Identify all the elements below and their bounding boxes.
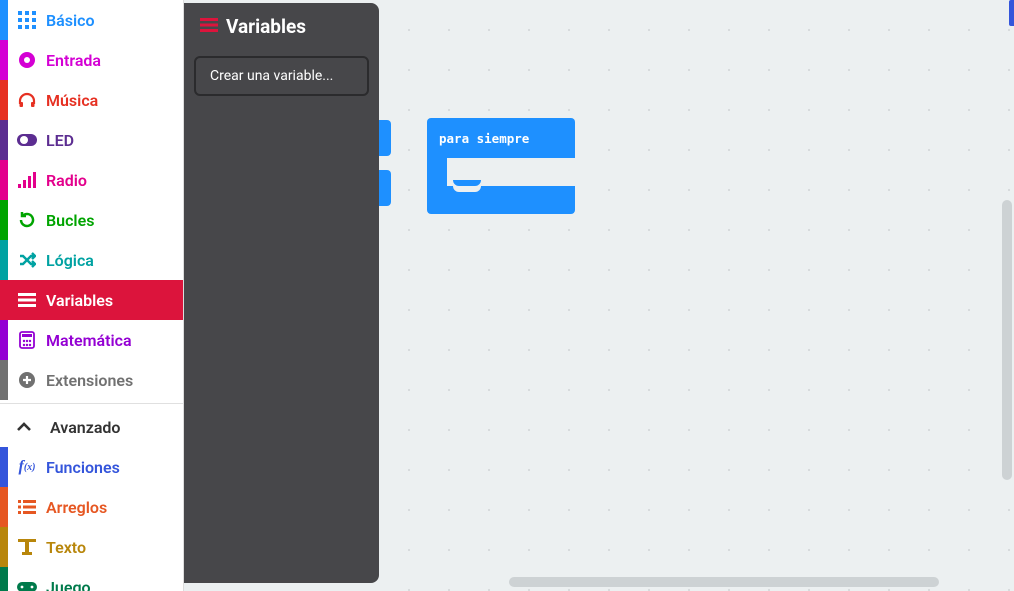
cat-basico[interactable]: Básico <box>0 0 183 40</box>
blocks-workspace[interactable]: para siempre <box>379 0 1014 591</box>
stripe <box>0 40 8 80</box>
cat-label: Radio <box>46 171 87 190</box>
toggle-icon <box>8 133 46 147</box>
cat-arreglos[interactable]: Arreglos <box>0 487 183 527</box>
cat-label: Arreglos <box>46 498 107 517</box>
forever-block[interactable]: para siempre <box>427 118 575 214</box>
advanced-label: Avanzado <box>50 418 120 437</box>
cat-extensiones[interactable]: Extensiones <box>0 360 183 400</box>
list-icon <box>8 500 46 514</box>
flyout-title: Variables <box>226 15 306 38</box>
cat-label: Música <box>46 91 98 110</box>
advanced-toggle[interactable]: Avanzado <box>0 407 183 447</box>
cat-texto[interactable]: Texto <box>0 527 183 567</box>
cat-label: Lógica <box>46 251 94 270</box>
forever-block-label: para siempre <box>439 131 529 146</box>
fx-icon: f(x) <box>8 458 46 476</box>
gamepad-icon <box>8 580 46 591</box>
stripe <box>0 240 8 280</box>
stripe <box>0 120 8 160</box>
bars-icon <box>8 293 46 307</box>
headphones-icon <box>8 91 46 109</box>
bars-icon <box>200 16 218 37</box>
stripe <box>0 200 8 240</box>
cat-label: Matemática <box>46 331 132 350</box>
stripe <box>0 0 8 40</box>
cat-label: Juego <box>46 578 91 591</box>
hidden-blocks-edge <box>379 120 391 220</box>
side-strip <box>1009 0 1014 26</box>
divider <box>0 403 183 404</box>
redo-icon <box>8 211 46 229</box>
cat-bucles[interactable]: Bucles <box>0 200 183 240</box>
cat-funciones[interactable]: f(x) Funciones <box>0 447 183 487</box>
signal-icon <box>8 172 46 188</box>
stripe <box>0 360 8 400</box>
cat-matematica[interactable]: Matemática <box>0 320 183 360</box>
plus-circle-icon <box>8 371 46 389</box>
cat-musica[interactable]: Música <box>0 80 183 120</box>
cat-label: Funciones <box>46 458 120 477</box>
cat-label: LED <box>46 131 74 150</box>
cat-radio[interactable]: Radio <box>0 160 183 200</box>
stripe <box>0 80 8 120</box>
cat-logica[interactable]: Lógica <box>0 240 183 280</box>
cat-label: Variables <box>46 291 113 310</box>
stripe <box>0 160 8 200</box>
variables-flyout: Variables Crear una variable... <box>184 3 379 583</box>
cat-led[interactable]: LED <box>0 120 183 160</box>
calculator-icon <box>8 331 46 349</box>
cat-label: Entrada <box>46 51 101 70</box>
grid-icon <box>8 11 46 29</box>
cat-variables[interactable]: Variables <box>0 280 183 320</box>
cat-juego[interactable]: Juego <box>0 567 183 591</box>
category-sidebar[interactable]: Básico Entrada Música LED Radio Buc <box>0 0 184 591</box>
cat-label: Extensiones <box>46 371 133 390</box>
create-variable-button[interactable]: Crear una variable... <box>194 56 369 96</box>
cat-label: Básico <box>46 11 95 30</box>
stripe <box>0 527 8 567</box>
stripe <box>0 280 8 320</box>
cat-label: Bucles <box>46 211 94 230</box>
workspace-scrollbar-horizontal[interactable] <box>509 577 939 587</box>
flyout-header: Variables <box>200 15 369 38</box>
workspace-scrollbar-vertical[interactable] <box>1002 200 1012 480</box>
cat-entrada[interactable]: Entrada <box>0 40 183 80</box>
cat-label: Texto <box>46 538 86 557</box>
stripe <box>0 320 8 360</box>
text-icon <box>8 539 46 555</box>
shuffle-icon <box>8 251 46 269</box>
circle-dot-icon <box>8 51 46 69</box>
chevron-up-icon <box>16 418 32 436</box>
stripe <box>0 487 8 527</box>
stripe <box>0 567 8 591</box>
stripe <box>0 447 8 487</box>
